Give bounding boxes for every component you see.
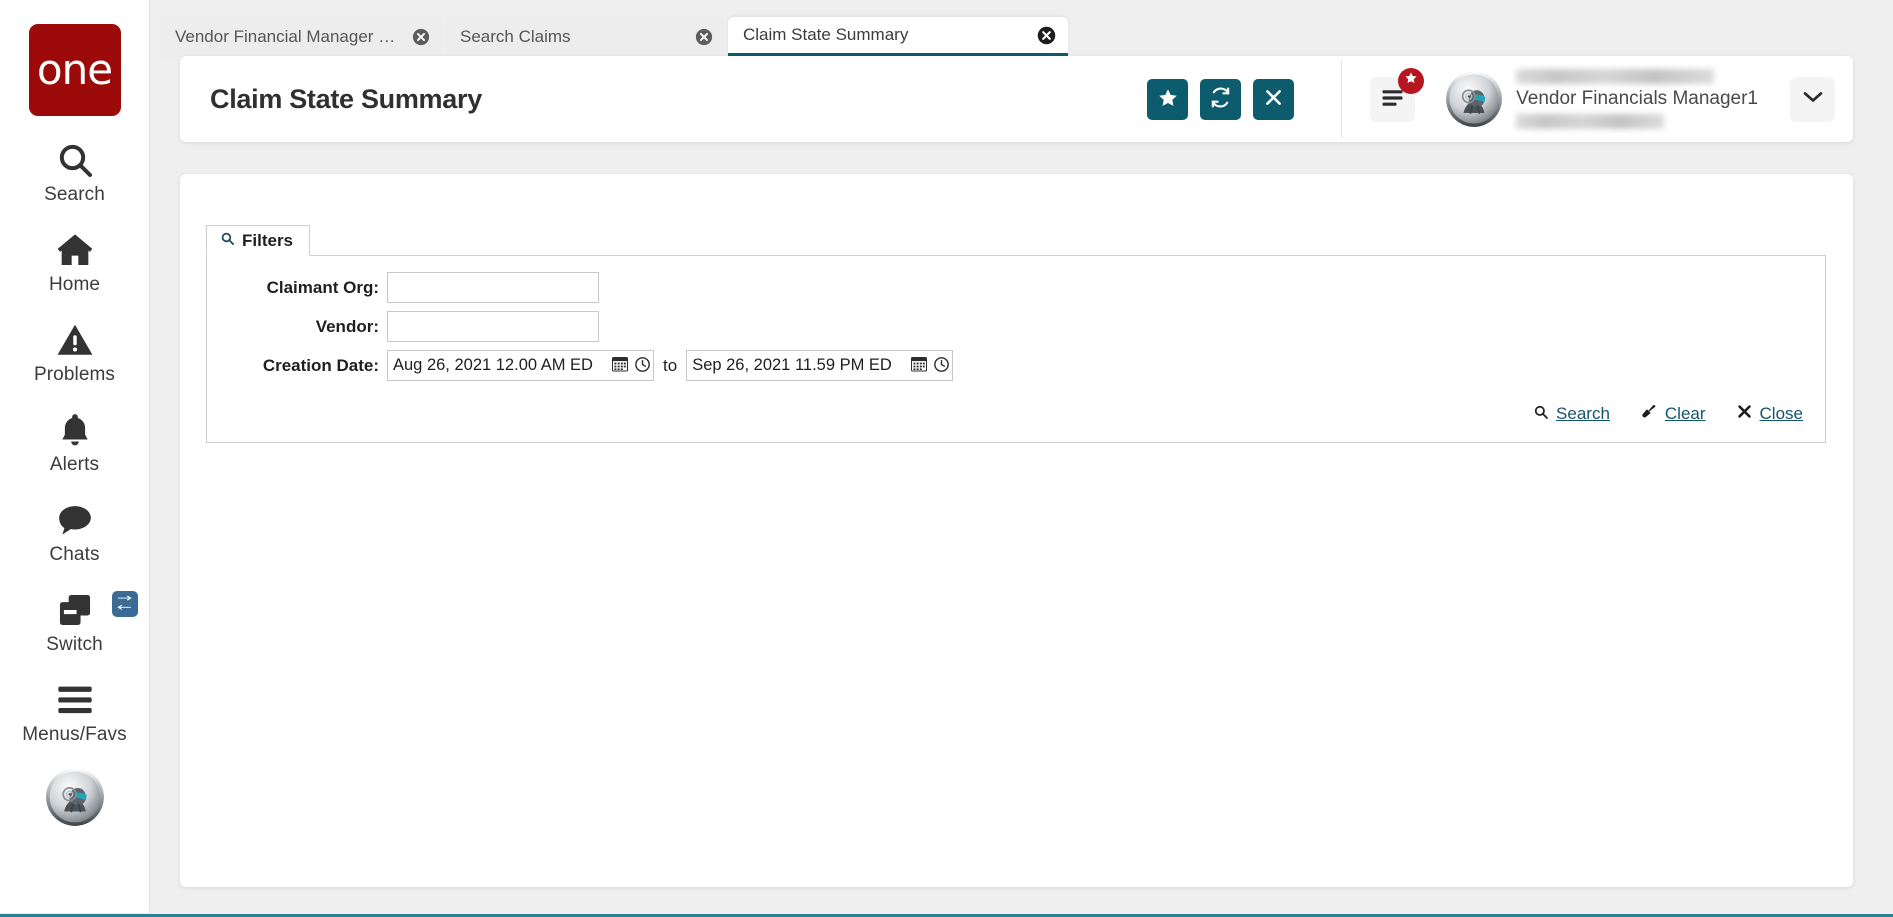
tab-vendor-financial-manager-dashboard[interactable]: Vendor Financial Manager Dash...	[160, 17, 442, 57]
app-logo-text: one	[36, 45, 113, 94]
close-button[interactable]	[1253, 78, 1295, 120]
eraser-icon	[1640, 403, 1658, 425]
sidebar-item-label: Problems	[33, 364, 116, 385]
tab-label: Search Claims	[460, 27, 571, 46]
x-icon	[1263, 87, 1284, 111]
menu-button[interactable]	[1370, 67, 1425, 122]
redacted-user-role	[1516, 114, 1665, 129]
header-action-buttons	[1147, 78, 1295, 120]
swap-arrows-icon	[116, 593, 133, 615]
field-row-claimant-org: Claimant Org:	[207, 272, 1825, 303]
sidebar-item-search[interactable]: Search	[0, 139, 150, 206]
field-row-vendor: Vendor:	[207, 311, 1825, 342]
close-link[interactable]: Close	[1736, 403, 1803, 425]
search-link-label: Search	[1556, 404, 1610, 423]
search-link[interactable]: Search	[1533, 404, 1610, 425]
chat-bubble-icon	[54, 499, 96, 541]
sidebar-item-label: Chats	[49, 544, 100, 565]
favorites-badge	[1398, 67, 1425, 94]
sidebar-item-label: Menus/Favs	[22, 724, 127, 745]
field-row-creation-date: Creation Date: Aug 26, 2021 12.00 AM ED …	[207, 350, 1825, 381]
sidebar-item-label: Search	[44, 184, 105, 205]
page-header: Claim State Summary Vendor Financials Ma…	[180, 56, 1853, 142]
close-circle-icon[interactable]	[411, 28, 430, 47]
close-circle-icon[interactable]	[694, 28, 713, 47]
sidebar-item-home[interactable]: Home	[0, 229, 150, 296]
tab-claim-state-summary[interactable]: Claim State Summary	[728, 17, 1068, 57]
clock-icon-from-button[interactable]	[631, 351, 653, 380]
app-logo[interactable]: one	[28, 24, 121, 116]
robot-avatar	[1446, 71, 1502, 127]
application-window: one Search Home Problems Alerts Chats Sw…	[0, 0, 1893, 917]
page-title: Claim State Summary	[210, 83, 482, 114]
clock-icon	[933, 356, 950, 376]
vendor-label: Vendor:	[315, 316, 379, 336]
tab-label: Claim State Summary	[743, 25, 909, 44]
clear-link-label: Clear	[1664, 404, 1706, 423]
sidebar-item-label: Alerts	[49, 454, 100, 475]
creation-date-from-group	[387, 350, 654, 381]
search-icon	[220, 231, 235, 251]
search-icon	[55, 139, 95, 181]
tab-filters[interactable]: Filters	[206, 225, 311, 256]
clock-icon	[634, 356, 651, 376]
user-info: Vendor Financials Manager1	[1516, 66, 1758, 132]
star-icon	[1157, 87, 1179, 112]
user-menu-dropdown-button[interactable]	[1790, 76, 1835, 122]
chevron-down-icon	[1802, 90, 1824, 109]
vendor-input[interactable]	[387, 311, 599, 342]
sidebar-item-label: Home	[48, 274, 101, 295]
filter-action-links: Search Clear Close	[207, 389, 1825, 429]
favorite-button[interactable]	[1147, 78, 1189, 120]
hamburger-icon	[55, 679, 95, 721]
calendar-icon	[911, 356, 928, 375]
creation-date-to-group	[686, 350, 954, 381]
creation-date-to-input[interactable]	[687, 351, 909, 380]
refresh-button[interactable]	[1200, 78, 1242, 120]
date-range-separator: to	[663, 355, 678, 375]
clear-link[interactable]: Clear	[1640, 403, 1706, 425]
tab-label: Vendor Financial Manager Dash...	[175, 27, 401, 46]
tab-filters-label: Filters	[242, 230, 294, 250]
sidebar-item-chats[interactable]: Chats	[0, 499, 150, 566]
close-circle-icon[interactable]	[1037, 26, 1056, 45]
filters-panel: Filters Claimant Org: Vendor: Creation D…	[206, 225, 1826, 443]
home-icon	[54, 229, 96, 271]
page-content: Filters Claimant Org: Vendor: Creation D…	[180, 174, 1853, 887]
creation-date-label: Creation Date:	[262, 355, 379, 375]
bell-icon	[56, 409, 94, 451]
sidebar-item-problems[interactable]: Problems	[0, 319, 150, 386]
user-name: Vendor Financials Manager1	[1516, 88, 1758, 109]
redacted-org-name	[1516, 69, 1715, 84]
sidebar-avatar[interactable]	[46, 768, 104, 826]
close-link-label: Close	[1759, 404, 1803, 423]
sidebar-item-alerts[interactable]: Alerts	[0, 409, 150, 476]
creation-date-from-input[interactable]	[388, 351, 609, 380]
sidebar-item-label: Switch	[46, 634, 103, 655]
tab-search-claims[interactable]: Search Claims	[445, 17, 725, 57]
refresh-icon	[1209, 86, 1232, 112]
switch-profile-badge[interactable]	[111, 591, 138, 617]
star-icon	[1404, 71, 1418, 90]
filters-form: Claimant Org: Vendor: Creation Date: Aug…	[206, 256, 1826, 443]
avatar[interactable]	[1446, 71, 1502, 127]
x-icon	[1736, 403, 1753, 425]
calendar-icon	[612, 356, 628, 375]
sidebar-item-switch[interactable]: Switch	[0, 589, 150, 656]
browser-tab-bar: Vendor Financial Manager Dash... Search …	[150, 0, 1893, 57]
user-profile[interactable]: Vendor Financials Manager1	[1446, 66, 1758, 132]
claimant-org-input[interactable]	[387, 272, 599, 303]
search-icon	[1533, 404, 1549, 425]
filters-tab-strip: Filters	[206, 225, 1826, 256]
robot-avatar	[46, 768, 104, 826]
sidebar-item-menus-favs[interactable]: Menus/Favs	[0, 679, 150, 746]
calendar-icon-to-button[interactable]	[908, 351, 930, 380]
header-divider	[1341, 60, 1343, 138]
left-sidebar: one Search Home Problems Alerts Chats Sw…	[0, 0, 150, 913]
switch-windows-icon	[54, 589, 96, 631]
calendar-icon-from-button[interactable]	[609, 351, 631, 380]
warning-triangle-icon	[55, 319, 95, 361]
clock-icon-to-button[interactable]	[930, 351, 952, 380]
claimant-org-label: Claimant Org:	[266, 277, 379, 297]
